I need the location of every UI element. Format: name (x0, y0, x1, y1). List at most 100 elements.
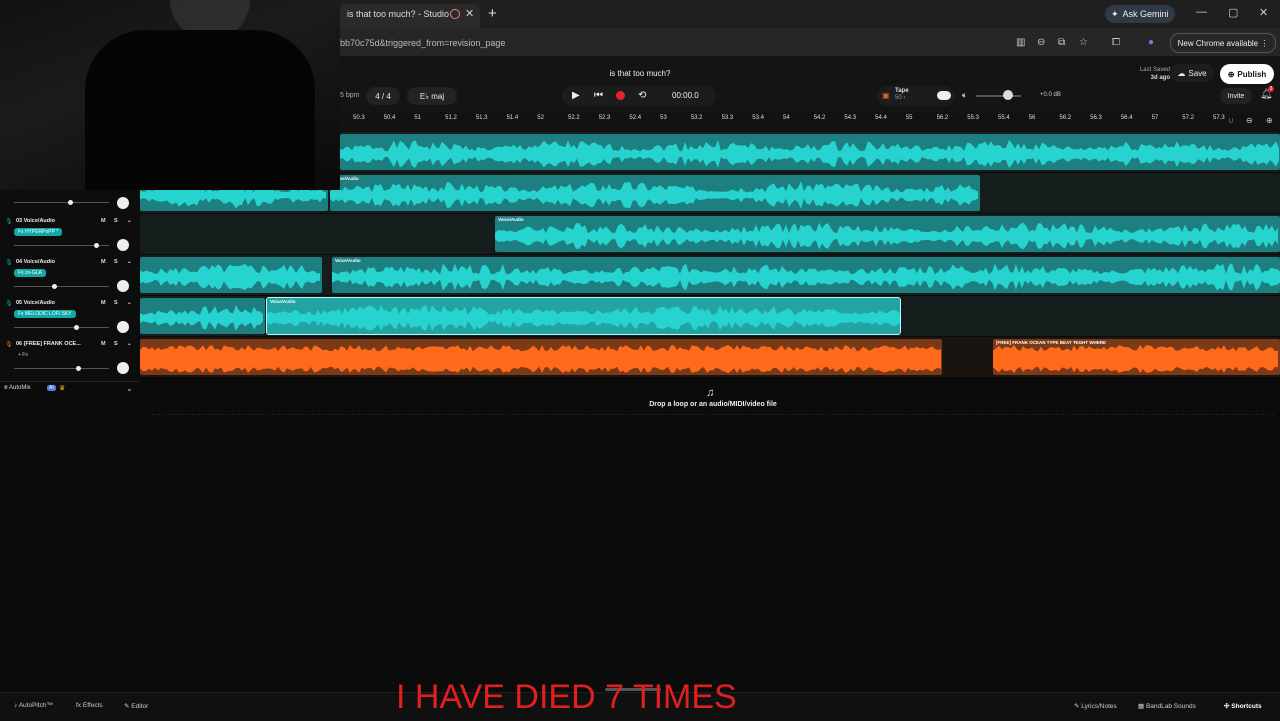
save-button[interactable]: ☁ Save (1170, 64, 1214, 82)
audio-clip[interactable] (340, 134, 1280, 170)
track-header-03[interactable]: 🎙︎ 03 Voice/Audio M S ⌄ Fx HYPERPoPP * (0, 215, 140, 256)
tape-title: Tape (895, 88, 909, 94)
volume-icon[interactable]: 🔈︎ (962, 90, 967, 101)
pencil-icon: ✎ (1074, 703, 1080, 710)
new-tab-button[interactable]: + (488, 5, 497, 22)
bpm-display[interactable]: 5 bpm (340, 92, 359, 99)
fx-badge[interactable]: Fx MELODIC LOFI SKY (14, 310, 76, 318)
pan-knob[interactable] (117, 362, 129, 374)
autopitch-button[interactable]: ♪ AutoPitch™ (14, 702, 53, 709)
time-display: 00:00.0 (672, 91, 699, 100)
loop-icon[interactable]: ⟲ (638, 90, 646, 101)
lyrics-notes-button[interactable]: ✎ Lyrics/Notes (1074, 702, 1117, 710)
pan-knob[interactable] (117, 280, 129, 292)
profile-avatar-icon[interactable]: ● (1148, 37, 1154, 48)
mic-icon: ♪ (14, 702, 18, 709)
extensions-icon[interactable]: ⧠ (1112, 37, 1120, 48)
audio-clip[interactable]: Voice/Audio (495, 216, 1280, 252)
master-volume-knob[interactable] (1003, 90, 1013, 100)
fx-badge[interactable]: Fx HYPERPoPP * (14, 228, 63, 236)
solo-button[interactable]: S (114, 341, 118, 347)
ruler-tick: 54.4 (875, 115, 887, 121)
pan-knob[interactable] (117, 239, 129, 251)
fx-badge[interactable]: Fx zo-GLA (14, 269, 46, 277)
volume-knob[interactable] (94, 243, 99, 248)
magnet-icon[interactable]: ∪ (1228, 116, 1234, 125)
add-fx-button[interactable]: + Fx (14, 351, 32, 359)
chevron-down-icon[interactable]: ⌄ (127, 300, 132, 306)
shortcuts-button[interactable]: ✣ Shortcuts (1224, 702, 1262, 710)
mute-button[interactable]: M (101, 300, 106, 306)
audio-clip[interactable]: Voice/Audio (332, 257, 1280, 293)
volume-knob[interactable] (68, 200, 73, 205)
zoom-icon[interactable]: ⊖ (1037, 37, 1045, 48)
volume-slider[interactable] (14, 286, 109, 287)
volume-knob[interactable] (52, 284, 57, 289)
pan-knob[interactable] (117, 197, 129, 209)
chevron-down-icon[interactable]: ⌄ (127, 341, 132, 347)
track-header-04[interactable]: 🎙︎ 04 Voice/Audio M S ⌄ Fx zo-GLA (0, 256, 140, 297)
shortcuts-label: Shortcuts (1231, 703, 1262, 710)
key-button[interactable]: E♭ maj (407, 87, 457, 105)
bookmark-star-icon[interactable]: ☆ (1079, 37, 1088, 48)
audio-clip-beat[interactable]: [FREE] FRANK OCEAN TYPE BEAT 'RIGHT WHER… (993, 339, 1280, 375)
ruler-tick: 51 (414, 115, 422, 121)
audio-clip-beat[interactable] (140, 339, 942, 375)
audio-clip[interactable]: Voice/Audio (330, 175, 980, 211)
solo-button[interactable]: S (114, 259, 118, 265)
solo-button[interactable]: S (114, 218, 118, 224)
minimize-button[interactable]: — (1196, 6, 1207, 18)
volume-slider[interactable] (14, 327, 109, 328)
mute-button[interactable]: M (101, 341, 106, 347)
solo-button[interactable]: S (114, 300, 118, 306)
cast-icon[interactable]: ⧉ (1058, 37, 1065, 48)
track-name[interactable]: 03 Voice/Audio (16, 218, 55, 224)
chevron-down-icon[interactable]: ⌄ (127, 218, 132, 224)
ask-gemini-button[interactable]: ✦ Ask Gemini (1105, 5, 1175, 23)
track-header-05[interactable]: 🎙︎ 05 Voice/Audio M S ⌄ Fx MELODIC LOFI … (0, 297, 140, 338)
volume-knob[interactable] (76, 366, 81, 371)
effects-button[interactable]: fx Effects (76, 702, 103, 709)
time-signature-button[interactable]: 4 / 4 (366, 87, 400, 105)
url-text[interactable]: bb70c75d&triggered_from=revision_page (340, 38, 505, 48)
skip-back-icon[interactable]: ⏮ (594, 90, 603, 101)
automix-label: AutoMix (9, 385, 31, 391)
invite-button[interactable]: Invite (1220, 88, 1252, 104)
volume-slider[interactable] (14, 368, 109, 369)
audio-clip[interactable] (140, 298, 265, 334)
tape-toggle[interactable] (937, 91, 951, 100)
zoom-out-icon[interactable]: ⊖ (1246, 116, 1253, 125)
track-name[interactable]: 06 [FREE] FRANK OCE... (16, 341, 81, 347)
ruler-tick: 51.3 (475, 115, 488, 121)
ruler-tick: 55.3 (967, 115, 979, 121)
chevron-down-icon[interactable]: ⌄ (127, 259, 132, 265)
maximize-button[interactable]: ▢ (1228, 6, 1238, 19)
reader-mode-icon[interactable]: ▥ (1016, 37, 1025, 48)
mute-button[interactable]: M (101, 218, 106, 224)
track-header-06[interactable]: 🎙︎ 06 [FREE] FRANK OCE... M S ⌄ + Fx (0, 338, 140, 379)
audio-clip[interactable] (140, 257, 322, 293)
shortcuts-icon: ✣ (1224, 703, 1230, 710)
mute-button[interactable]: M (101, 259, 106, 265)
close-window-button[interactable]: ✕ (1259, 6, 1268, 19)
bandlab-sounds-button[interactable]: ▦ BandLab Sounds (1138, 702, 1196, 710)
automix-button[interactable]: ⩸ AutoMix (4, 385, 31, 392)
audio-clip-selected[interactable]: Voice/Audio (266, 297, 901, 335)
track-name[interactable]: 05 Voice/Audio (16, 300, 55, 306)
track-name[interactable]: 04 Voice/Audio (16, 259, 55, 265)
save-label: Save (1188, 68, 1207, 78)
master-volume-slider[interactable] (976, 95, 1021, 97)
waveform (330, 181, 978, 209)
zoom-in-icon[interactable]: ⊕ (1266, 116, 1273, 125)
play-icon[interactable]: ▶ (572, 90, 580, 101)
publish-button[interactable]: ⊕ Publish (1220, 64, 1274, 84)
new-chrome-available-button[interactable]: New Chrome available ⋮ (1170, 33, 1276, 53)
project-title[interactable]: is that too much? (560, 69, 720, 78)
tab-close-icon[interactable]: ✕ (465, 7, 474, 20)
volume-slider[interactable] (14, 202, 109, 203)
editor-button[interactable]: ✎ Editor (124, 702, 148, 710)
record-icon[interactable] (616, 91, 625, 100)
chevron-down-icon[interactable]: ⌄ (126, 384, 133, 393)
pan-knob[interactable] (117, 321, 129, 333)
volume-knob[interactable] (74, 325, 79, 330)
